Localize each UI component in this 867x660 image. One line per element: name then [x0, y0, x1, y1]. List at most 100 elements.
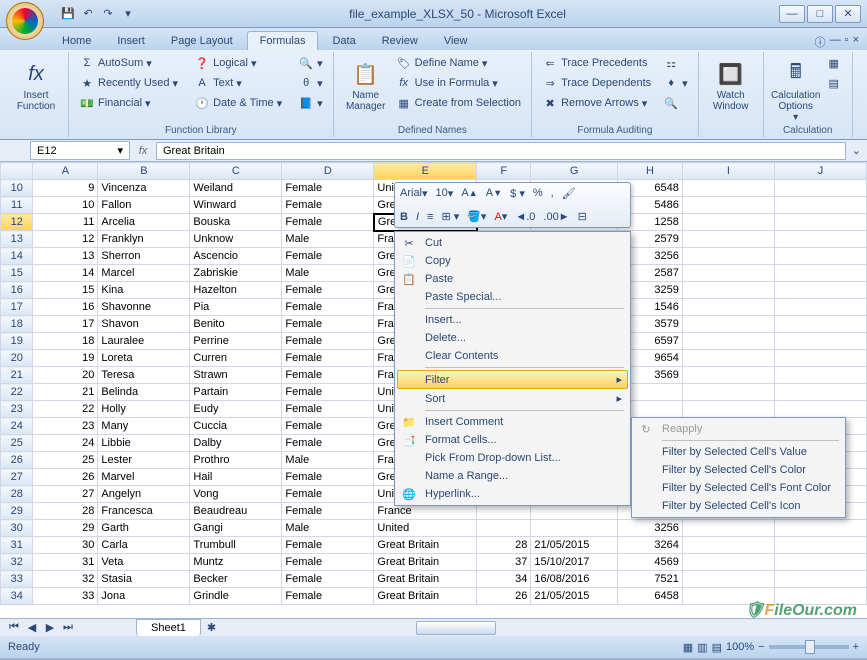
zoom-out-icon[interactable]: − — [758, 641, 764, 653]
cell[interactable]: Female — [282, 401, 374, 418]
cell[interactable]: Great Britain — [374, 537, 477, 554]
merge-icon[interactable]: ⊟ — [575, 209, 590, 225]
calc-options-button[interactable]: 🖩 Calculation Options ▾ — [770, 54, 822, 127]
zoom-level[interactable]: 100% — [726, 641, 754, 653]
col-header-J[interactable]: J — [774, 163, 866, 180]
cell[interactable] — [774, 299, 866, 316]
cell[interactable]: Benito — [190, 316, 282, 333]
date-time-button[interactable]: 🕐Date & Time ▾ — [190, 94, 286, 112]
show-formulas-button[interactable]: ⚏ — [659, 54, 692, 72]
cell[interactable] — [774, 350, 866, 367]
center-icon[interactable]: ≡ — [424, 209, 436, 225]
name-box[interactable]: ▾ — [30, 141, 130, 160]
cell[interactable]: 13 — [33, 248, 98, 265]
cell[interactable]: Hazelton — [190, 282, 282, 299]
cell[interactable]: Jona — [98, 588, 190, 605]
formula-bar[interactable]: Great Britain — [156, 142, 846, 160]
cell[interactable]: 14 — [33, 265, 98, 282]
cell[interactable]: Strawn — [190, 367, 282, 384]
cell[interactable]: Female — [282, 418, 374, 435]
cell[interactable]: 17 — [33, 316, 98, 333]
ctx-sort[interactable]: Sort▸ — [397, 389, 628, 408]
border-icon[interactable]: ⊞ ▾ — [438, 209, 462, 225]
cell[interactable]: United — [374, 520, 477, 537]
sub-by-icon[interactable]: Filter by Selected Cell's Icon — [634, 497, 843, 515]
ctx-insert[interactable]: Insert... — [397, 311, 628, 329]
cell[interactable]: Carla — [98, 537, 190, 554]
percent-icon[interactable]: % — [530, 185, 546, 201]
recently-used-button[interactable]: ★Recently Used ▾ — [75, 74, 182, 92]
format-painter-icon[interactable]: 🖌 — [559, 185, 579, 201]
cell[interactable]: Muntz — [190, 554, 282, 571]
cell[interactable]: Female — [282, 333, 374, 350]
cell[interactable]: Male — [282, 452, 374, 469]
insert-function-button[interactable]: fx Insert Function — [10, 54, 62, 116]
col-header-I[interactable]: I — [682, 163, 774, 180]
create-from-selection-button[interactable]: ▦Create from Selection — [392, 94, 525, 112]
row-header[interactable]: 30 — [1, 520, 33, 537]
ctx-paste-special[interactable]: Paste Special... — [397, 288, 628, 306]
math-button[interactable]: θ▾ — [294, 74, 327, 92]
cell[interactable]: Female — [282, 588, 374, 605]
tab-page-layout[interactable]: Page Layout — [159, 32, 245, 50]
cell[interactable]: 21/05/2015 — [531, 588, 618, 605]
trace-precedents-button[interactable]: ⇐Trace Precedents — [538, 54, 655, 72]
horizontal-scrollbar[interactable]: ⏮ ◀ ▶ ⏭ Sheet1 ✱ — [0, 618, 867, 636]
last-sheet-icon[interactable]: ⏭ — [60, 621, 76, 634]
cell[interactable]: 37 — [477, 554, 531, 571]
close-button[interactable]: ✕ — [835, 5, 861, 23]
row-header[interactable]: 29 — [1, 503, 33, 520]
cell[interactable]: 21 — [33, 384, 98, 401]
mini-size[interactable]: 10 ▾ — [433, 185, 457, 201]
col-header-C[interactable]: C — [190, 163, 282, 180]
cell[interactable]: Winward — [190, 197, 282, 214]
row-header[interactable]: 31 — [1, 537, 33, 554]
cell[interactable]: Fallon — [98, 197, 190, 214]
row-header[interactable]: 17 — [1, 299, 33, 316]
cell[interactable] — [682, 231, 774, 248]
cell[interactable]: 15 — [33, 282, 98, 299]
row-header[interactable]: 33 — [1, 571, 33, 588]
tab-insert[interactable]: Insert — [105, 32, 157, 50]
cell[interactable]: 28 — [477, 537, 531, 554]
cell[interactable]: Female — [282, 282, 374, 299]
row-header[interactable]: 28 — [1, 486, 33, 503]
cell[interactable] — [774, 571, 866, 588]
cell[interactable]: Franklyn — [98, 231, 190, 248]
cell[interactable]: Belinda — [98, 384, 190, 401]
cell[interactable]: 4569 — [617, 554, 682, 571]
cell[interactable]: Loreta — [98, 350, 190, 367]
cell[interactable]: Bouska — [190, 214, 282, 231]
row-header[interactable]: 34 — [1, 588, 33, 605]
cell[interactable]: Great Britain — [374, 571, 477, 588]
cell[interactable] — [682, 265, 774, 282]
cell[interactable]: Shavon — [98, 316, 190, 333]
cell[interactable]: Female — [282, 197, 374, 214]
cell[interactable]: 3256 — [617, 520, 682, 537]
view-break-icon[interactable]: ▤ — [712, 641, 722, 654]
increase-decimal-icon[interactable]: .00► — [540, 209, 572, 225]
cell[interactable]: 22 — [33, 401, 98, 418]
cell[interactable]: 30 — [33, 537, 98, 554]
sub-by-font[interactable]: Filter by Selected Cell's Font Color — [634, 479, 843, 497]
cell[interactable] — [774, 316, 866, 333]
cell[interactable] — [682, 282, 774, 299]
cell[interactable]: Angelyn — [98, 486, 190, 503]
name-manager-button[interactable]: 📋 Name Manager — [340, 54, 392, 116]
row-header[interactable]: 10 — [1, 180, 33, 197]
row-header[interactable]: 16 — [1, 282, 33, 299]
row-header[interactable]: 15 — [1, 265, 33, 282]
tab-view[interactable]: View — [432, 32, 480, 50]
expand-formula-icon[interactable]: ⌄ — [852, 144, 861, 157]
cell[interactable]: Curren — [190, 350, 282, 367]
cell[interactable]: Female — [282, 571, 374, 588]
cell[interactable] — [682, 316, 774, 333]
cell[interactable]: 11 — [33, 214, 98, 231]
cell[interactable] — [774, 520, 866, 537]
zoom-in-icon[interactable]: + — [853, 641, 859, 653]
cell[interactable]: Female — [282, 469, 374, 486]
col-header-F[interactable]: F — [477, 163, 531, 180]
cell[interactable]: Male — [282, 231, 374, 248]
cell[interactable]: Great Britain — [374, 554, 477, 571]
cell[interactable]: Stasia — [98, 571, 190, 588]
